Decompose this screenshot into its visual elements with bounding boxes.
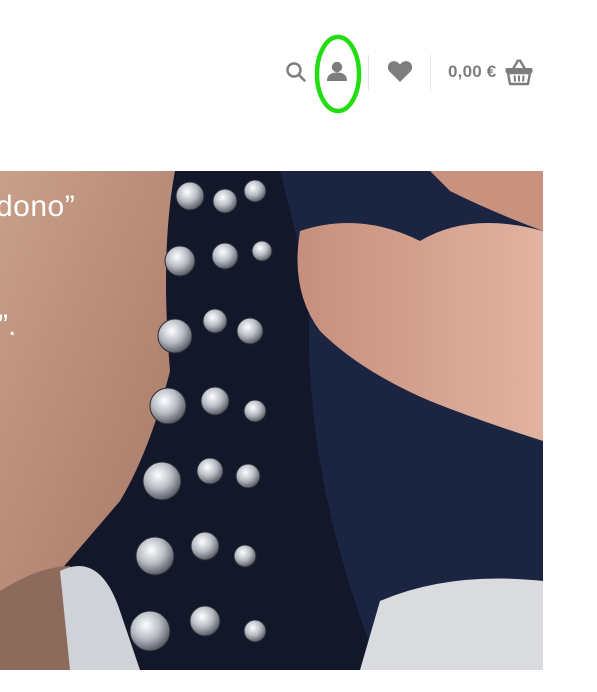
search-icon [286, 62, 306, 82]
header-divider [368, 55, 369, 91]
heart-icon [387, 61, 413, 82]
wishlist-button[interactable] [385, 57, 415, 85]
user-icon [327, 61, 347, 81]
hero-quote-text: dono” [0, 190, 76, 223]
cart-button[interactable]: 0,00 € [448, 55, 534, 89]
search-button[interactable] [284, 60, 308, 84]
earring-photo [0, 171, 543, 670]
account-button[interactable] [323, 56, 351, 86]
site-header: 0,00 € [0, 0, 597, 140]
cart-total: 0,00 € [448, 62, 497, 81]
hero-quote-mark: ”. [0, 309, 17, 342]
hero-image: dono” ”. [0, 171, 543, 670]
basket-icon [505, 59, 533, 86]
header-divider [430, 55, 431, 91]
